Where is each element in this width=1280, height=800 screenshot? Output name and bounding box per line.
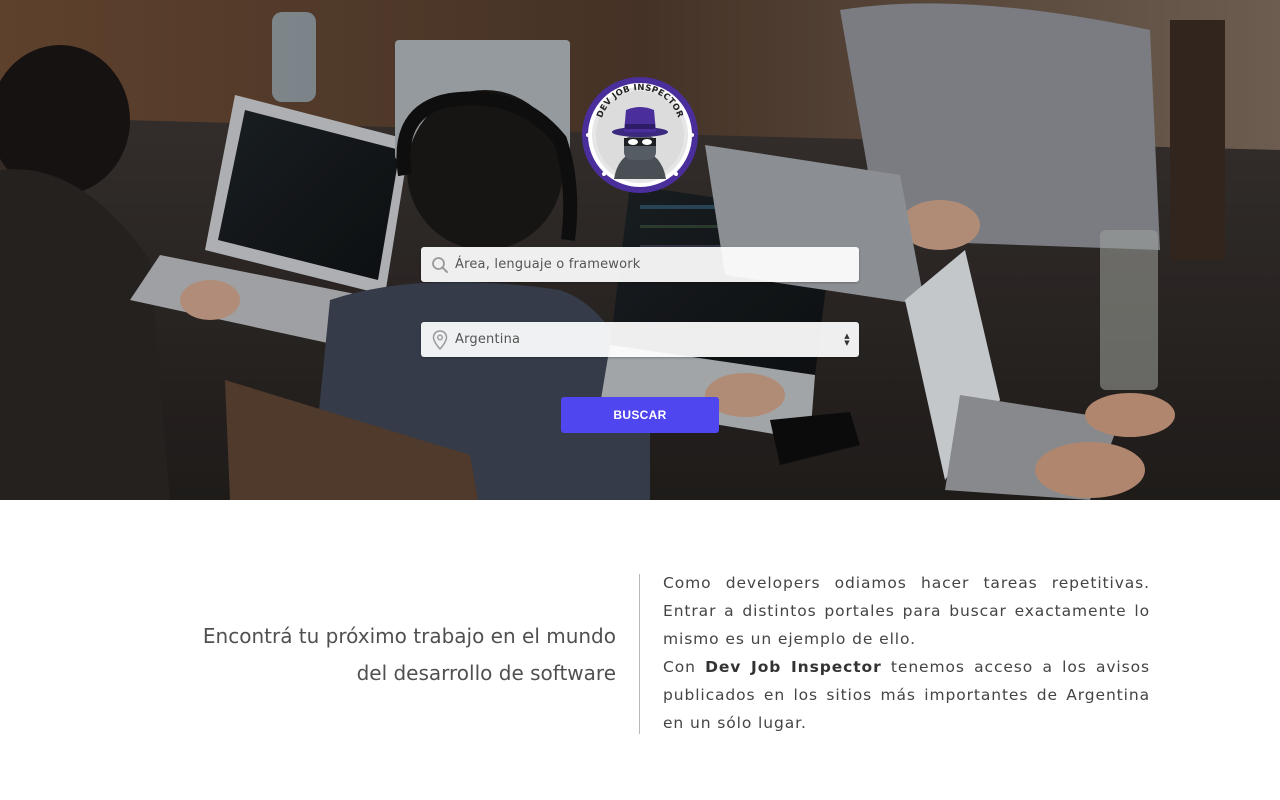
hero-section: DEV JOB INSPECTOR Área, lenguaje o frame… <box>0 0 1280 500</box>
tagline-line-1: Encontrá tu próximo trabajo en el mundo <box>202 624 616 648</box>
search-button[interactable]: BUSCAR <box>561 397 719 433</box>
description-text: Como developers odiamos hacer tareas rep… <box>663 569 1150 737</box>
tagline-line-2: del desarrollo de software <box>356 661 616 685</box>
description-brand-name: Dev Job Inspector <box>705 658 882 676</box>
search-icon <box>429 254 451 276</box>
brand-logo[interactable]: DEV JOB INSPECTOR <box>574 74 706 196</box>
chevron-up-down-icon: ▲ ▼ <box>844 331 850 347</box>
info-section: Encontrá tu próximo trabajo en el mundo … <box>0 500 1280 800</box>
description-p2-before: Con <box>663 658 696 676</box>
description-paragraph-2: Con Dev Job Inspector tenemos acceso a l… <box>663 653 1150 737</box>
location-select[interactable]: Argentina ▲ ▼ <box>421 322 859 357</box>
tagline-heading: Encontrá tu próximo trabajo en el mundo … <box>150 618 616 692</box>
search-input[interactable]: Área, lenguaje o framework <box>421 247 859 282</box>
description-paragraph-1: Como developers odiamos hacer tareas rep… <box>663 574 1150 648</box>
location-select-value: Argentina <box>455 332 521 347</box>
vertical-divider <box>639 574 640 734</box>
search-input-text: Área, lenguaje o framework <box>455 257 641 272</box>
location-pin-icon <box>429 329 451 351</box>
